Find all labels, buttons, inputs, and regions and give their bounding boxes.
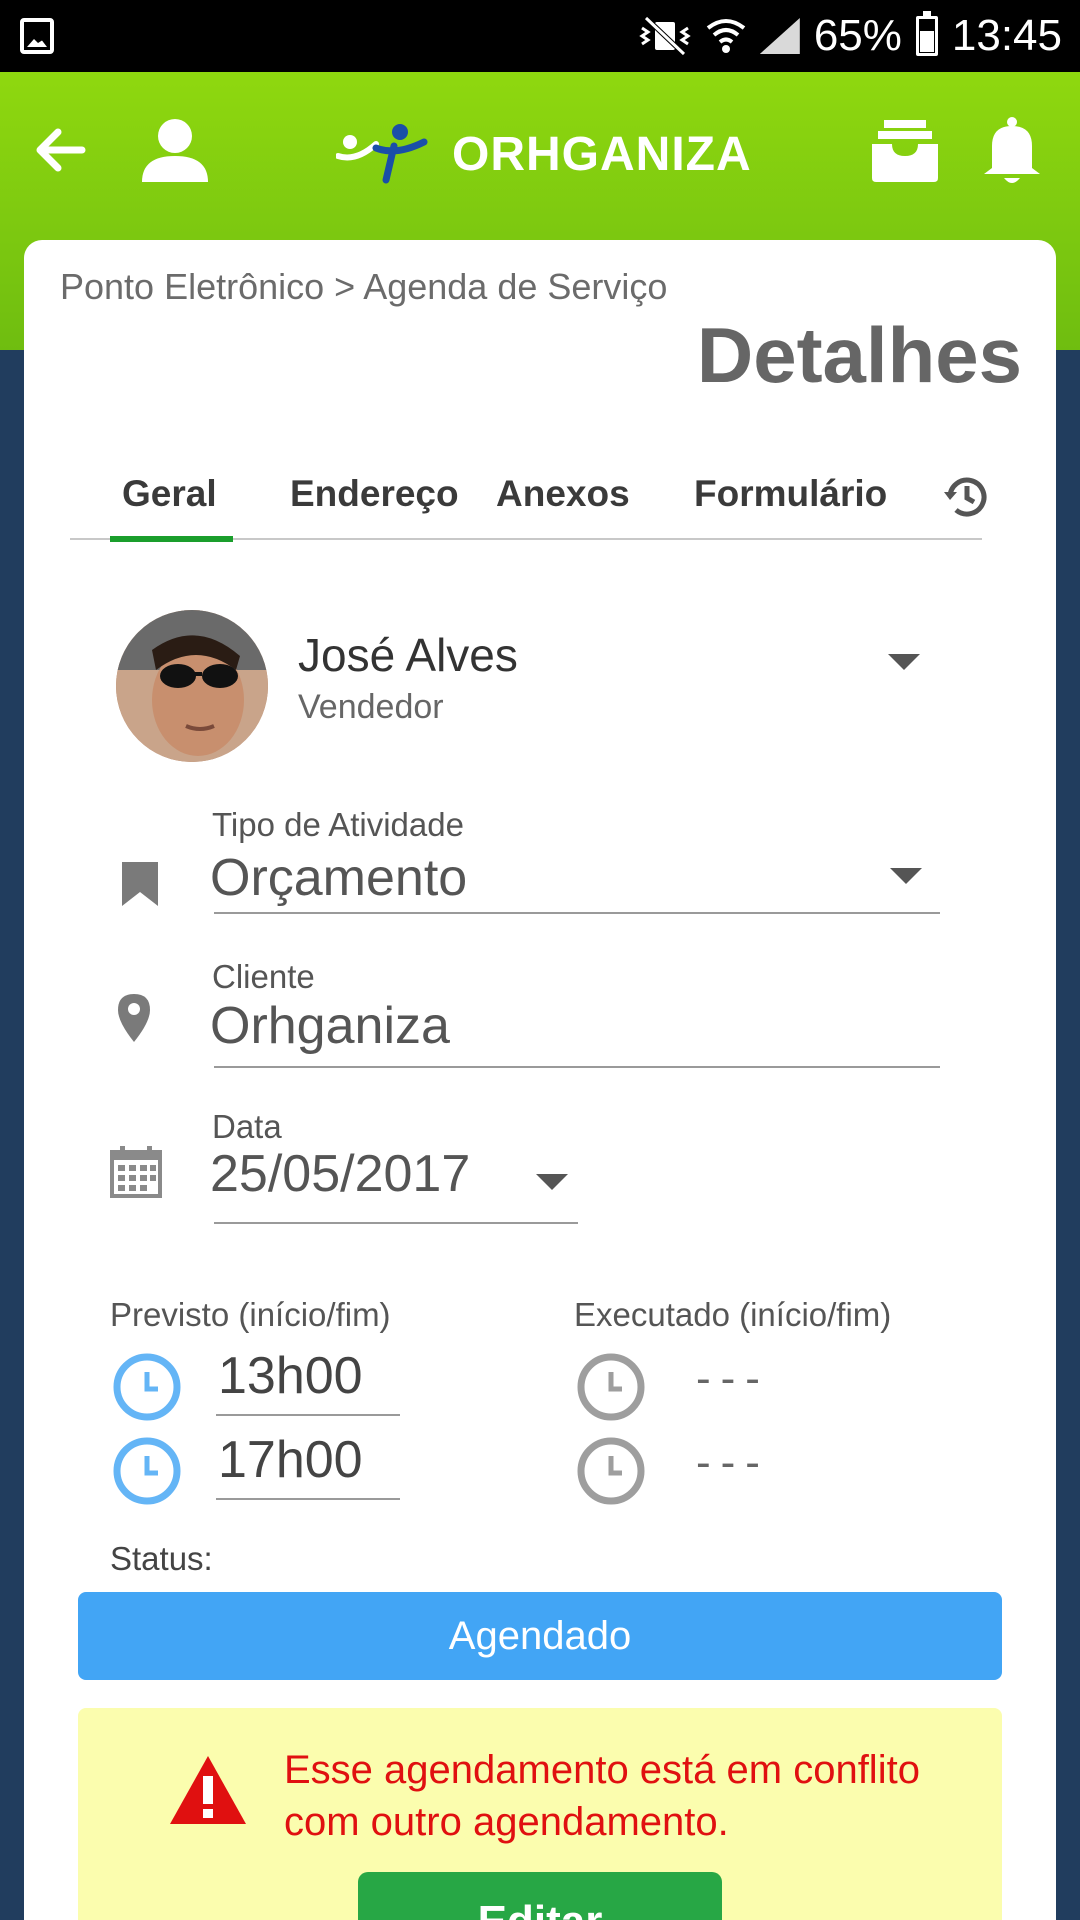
- client-value[interactable]: Orhganiza: [210, 996, 450, 1056]
- executed-start-time: ---: [696, 1354, 770, 1403]
- signal-icon: [759, 18, 800, 54]
- date-underline: [214, 1222, 578, 1224]
- activity-type-underline: [214, 912, 940, 914]
- status-label: Status:: [110, 1540, 213, 1577]
- tab-anexos[interactable]: Anexos: [496, 460, 630, 540]
- app-logo: ORHGANIZA: [336, 122, 752, 186]
- planned-start-clock-icon: [113, 1353, 181, 1421]
- battery-percent: 65%: [813, 11, 902, 60]
- logo-text: ORHGANIZA: [452, 127, 752, 181]
- location-pin-icon: [118, 994, 150, 1042]
- history-icon[interactable]: [942, 472, 992, 522]
- executed-start-clock-icon: [577, 1353, 645, 1421]
- executed-label: Executado (início/fim): [574, 1296, 892, 1333]
- clock: 13:45: [951, 11, 1062, 60]
- breadcrumb: Ponto Eletrônico > Agenda de Serviço: [60, 266, 668, 307]
- tab-geral[interactable]: Geral: [110, 460, 233, 542]
- date-caret-icon[interactable]: [536, 1174, 568, 1190]
- conflict-message: Esse agendamento está em conflito com ou…: [284, 1748, 920, 1844]
- planned-label: Previsto (início/fim): [110, 1296, 391, 1333]
- tab-bar: Geral Endereço Anexos Formulário: [70, 460, 987, 542]
- details-card: Ponto Eletrônico > Agenda de Serviço Det…: [24, 240, 1056, 1920]
- back-arrow-icon[interactable]: [30, 120, 90, 180]
- planned-end-underline: [216, 1498, 400, 1500]
- client-underline: [214, 1066, 940, 1068]
- planned-end-clock-icon: [113, 1437, 181, 1505]
- tab-endereco[interactable]: Endereço: [290, 460, 459, 540]
- logo-figure-icon: [336, 124, 428, 184]
- planned-end-time[interactable]: 17h00: [218, 1430, 363, 1490]
- date-label: Data: [212, 1108, 282, 1145]
- calendar-icon: [110, 1146, 162, 1198]
- gallery-notification-icon: [20, 18, 54, 54]
- activity-type-label: Tipo de Atividade: [212, 806, 464, 843]
- planned-start-underline: [216, 1414, 400, 1416]
- wifi-icon: [706, 19, 746, 53]
- bookmark-icon: [122, 862, 158, 906]
- planned-start-time[interactable]: 13h00: [218, 1346, 363, 1406]
- conflict-alert: Esse agendamento está em conflito com ou…: [78, 1708, 1002, 1920]
- vibrate-mute-icon: [639, 16, 691, 56]
- inbox-icon[interactable]: [870, 118, 940, 184]
- executed-end-clock-icon: [577, 1437, 645, 1505]
- edit-button[interactable]: Editar: [358, 1872, 722, 1920]
- page-title: Detalhes: [696, 311, 1022, 399]
- profile-icon[interactable]: [140, 118, 210, 184]
- status-bar-right: 65% 13:45: [638, 0, 1062, 72]
- executed-end-time: ---: [696, 1438, 770, 1487]
- warning-icon: [170, 1756, 246, 1824]
- battery-icon: [915, 11, 938, 56]
- notifications-bell-icon[interactable]: [982, 116, 1042, 186]
- user-dropdown-caret-icon[interactable]: [888, 654, 920, 670]
- user-role: Vendedor: [298, 688, 444, 726]
- user-name: José Alves: [298, 629, 518, 681]
- activity-type-caret-icon[interactable]: [890, 868, 922, 884]
- date-value[interactable]: 25/05/2017: [210, 1144, 470, 1204]
- activity-type-value[interactable]: Orçamento: [210, 848, 467, 908]
- status-bar: 65% 13:45: [0, 0, 1080, 72]
- status-button[interactable]: Agendado: [78, 1592, 1002, 1680]
- avatar: [116, 610, 268, 762]
- client-label: Cliente: [212, 958, 315, 995]
- tab-formulario[interactable]: Formulário: [694, 460, 887, 540]
